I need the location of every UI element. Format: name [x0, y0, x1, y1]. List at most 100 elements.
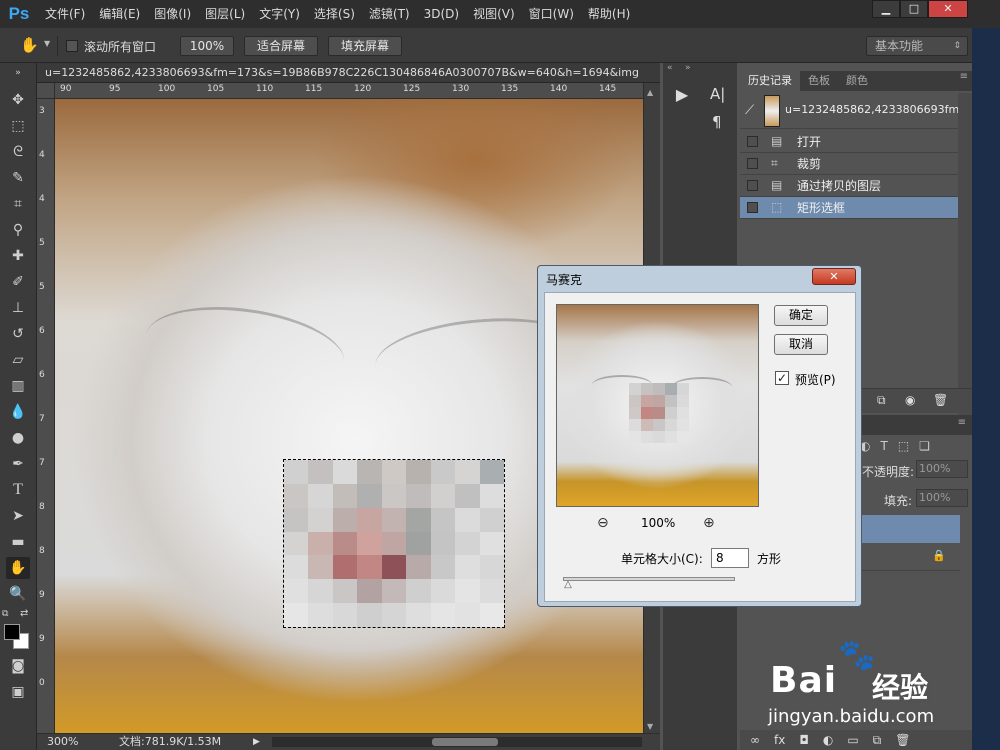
- rectangle-tool-icon[interactable]: ▬: [6, 531, 30, 553]
- horizontal-ruler[interactable]: 90 95 100 105 110 115 120 125 130 135 140 145: [55, 83, 643, 99]
- layer-row-selected[interactable]: [860, 515, 960, 543]
- preview-checkbox[interactable]: ✓: [775, 371, 789, 385]
- cell-size-slider[interactable]: △: [563, 577, 735, 590]
- zoom-level[interactable]: 300%: [47, 734, 78, 750]
- mosaic-selection[interactable]: [283, 459, 505, 628]
- history-brush-tool-icon[interactable]: ↺: [6, 323, 30, 345]
- blur-tool-icon[interactable]: 💧: [6, 401, 30, 423]
- cancel-button[interactable]: 取消: [774, 334, 828, 355]
- fill-input[interactable]: 100%: [916, 489, 968, 507]
- default-colors-icon[interactable]: ⧉: [2, 609, 8, 619]
- history-source-checkbox[interactable]: [747, 158, 758, 169]
- horizontal-scrollbar[interactable]: [272, 737, 642, 747]
- minimize-button[interactable]: ▁: [872, 0, 900, 18]
- quick-mask-icon[interactable]: ◙: [6, 655, 30, 677]
- expand-arrow-icon[interactable]: »: [685, 63, 691, 73]
- hand-tool-icon[interactable]: ✋: [20, 36, 39, 54]
- pen-tool-icon[interactable]: ✒: [6, 453, 30, 475]
- status-menu-icon[interactable]: ▶: [253, 734, 260, 750]
- ruler-origin[interactable]: [37, 83, 55, 99]
- eyedropper-tool-icon[interactable]: ⚲: [6, 219, 30, 241]
- vertical-ruler[interactable]: 3 4 4 5 5 6 6 7 7 8 8 9 9 0: [37, 99, 55, 733]
- clone-stamp-tool-icon[interactable]: ⊥: [6, 297, 30, 319]
- cell-size-input[interactable]: 8: [711, 548, 749, 568]
- zoom-100-button[interactable]: 100%: [180, 36, 234, 56]
- rectangular-marquee-tool-icon[interactable]: ⬚: [6, 115, 30, 137]
- menu-item[interactable]: 图像(I): [147, 0, 198, 28]
- zoom-tool-icon[interactable]: 🔍: [6, 583, 30, 605]
- zoom-in-icon[interactable]: ⊕: [703, 515, 715, 531]
- crop-tool-icon[interactable]: ⌗: [6, 193, 30, 215]
- fill-screen-button[interactable]: 填充屏幕: [328, 36, 402, 56]
- lasso-tool-icon[interactable]: ᘓ: [6, 141, 30, 163]
- dialog-title: 马赛克: [546, 273, 583, 287]
- opacity-input[interactable]: 100%: [916, 460, 968, 478]
- trash-icon[interactable]: 🗑: [933, 393, 948, 407]
- hand-tool-icon[interactable]: ✋: [6, 557, 30, 579]
- new-snapshot-icon[interactable]: ◉: [905, 393, 915, 407]
- filter-preview[interactable]: [556, 304, 759, 507]
- tab-color[interactable]: 颜色: [838, 71, 876, 91]
- history-source-checkbox[interactable]: [747, 180, 758, 191]
- filter-type-icon[interactable]: T: [880, 439, 887, 453]
- workspace-select[interactable]: 基本功能 ⇕: [866, 36, 968, 56]
- tab-history[interactable]: 历史记录: [740, 71, 800, 91]
- menu-item[interactable]: 视图(V): [466, 0, 522, 28]
- layers-panel-menu-icon[interactable]: ≡: [958, 417, 966, 428]
- layer-row-background[interactable]: 🔒: [860, 543, 960, 571]
- eraser-tool-icon[interactable]: ▱: [6, 349, 30, 371]
- path-selection-tool-icon[interactable]: ➤: [6, 505, 30, 527]
- close-window-button[interactable]: ✕: [928, 0, 968, 18]
- link-layers-icon[interactable]: ∞: [750, 730, 760, 750]
- collapse-toolbar-icon[interactable]: »: [6, 67, 30, 79]
- menu-item[interactable]: 图层(L): [198, 0, 252, 28]
- history-state[interactable]: ▤ 打开: [740, 131, 958, 153]
- filter-smart-object-icon[interactable]: ❏: [919, 439, 930, 453]
- menu-item[interactable]: 滤镜(T): [362, 0, 417, 28]
- fit-screen-button[interactable]: 适合屏幕: [244, 36, 318, 56]
- quick-selection-tool-icon[interactable]: ✎: [6, 167, 30, 189]
- dialog-close-button[interactable]: ✕: [812, 268, 856, 285]
- history-state[interactable]: ▤ 通过拷贝的图层: [740, 175, 958, 197]
- gradient-tool-icon[interactable]: ▥: [6, 375, 30, 397]
- collapse-arrow-icon[interactable]: «: [667, 63, 673, 73]
- slider-thumb-icon[interactable]: △: [564, 580, 574, 590]
- menu-item[interactable]: 编辑(E): [92, 0, 147, 28]
- screen-mode-icon[interactable]: ▣: [6, 681, 30, 703]
- paragraph-panel-icon[interactable]: ¶: [712, 113, 722, 131]
- new-document-from-state-icon[interactable]: ⧉: [877, 393, 886, 408]
- brush-tool-icon[interactable]: ✐: [6, 271, 30, 293]
- panel-menu-icon[interactable]: ≡: [960, 71, 968, 82]
- tool-preset-chevron-icon[interactable]: ▼: [44, 39, 50, 48]
- healing-brush-tool-icon[interactable]: ✚: [6, 245, 30, 267]
- zoom-out-icon[interactable]: ⊖: [597, 515, 609, 531]
- tab-swatches[interactable]: 色板: [800, 71, 838, 91]
- scroll-down-icon[interactable]: ▼: [647, 722, 653, 731]
- swap-colors-icon[interactable]: ⇄: [20, 608, 28, 619]
- scroll-up-icon[interactable]: ▲: [647, 88, 653, 97]
- type-tool-icon[interactable]: T: [6, 479, 30, 501]
- horizontal-scroll-thumb[interactable]: [432, 738, 498, 746]
- history-state[interactable]: ⌗ 裁剪: [740, 153, 958, 175]
- history-state[interactable]: ⬚ 矩形选框: [740, 197, 958, 219]
- dodge-tool-icon[interactable]: ●: [6, 427, 30, 449]
- menu-item[interactable]: 帮助(H): [581, 0, 637, 28]
- history-source-checkbox[interactable]: [747, 136, 758, 147]
- character-panel-icon[interactable]: A|: [710, 85, 725, 103]
- filter-shape-icon[interactable]: ⬚: [898, 439, 909, 453]
- menu-item[interactable]: 3D(D): [417, 0, 466, 28]
- history-snapshot[interactable]: ⟋ u=1232485862,4233806693fm...: [740, 93, 970, 129]
- menu-item[interactable]: 窗口(W): [522, 0, 581, 28]
- move-tool-icon[interactable]: ✥: [6, 89, 30, 111]
- history-scrollbar[interactable]: [958, 93, 972, 433]
- scroll-all-checkbox[interactable]: [66, 38, 78, 52]
- menu-item[interactable]: 文字(Y): [252, 0, 307, 28]
- maximize-button[interactable]: □: [900, 0, 928, 18]
- history-source-checkbox[interactable]: [747, 202, 758, 213]
- document-tab[interactable]: u=1232485862,4233806693&fm=173&s=19B86B9…: [37, 63, 660, 83]
- menu-item[interactable]: 选择(S): [307, 0, 362, 28]
- actions-play-icon[interactable]: ▶: [671, 85, 693, 107]
- menu-item[interactable]: 文件(F): [38, 0, 92, 28]
- foreground-color-swatch[interactable]: [4, 624, 20, 640]
- ok-button[interactable]: 确定: [774, 305, 828, 326]
